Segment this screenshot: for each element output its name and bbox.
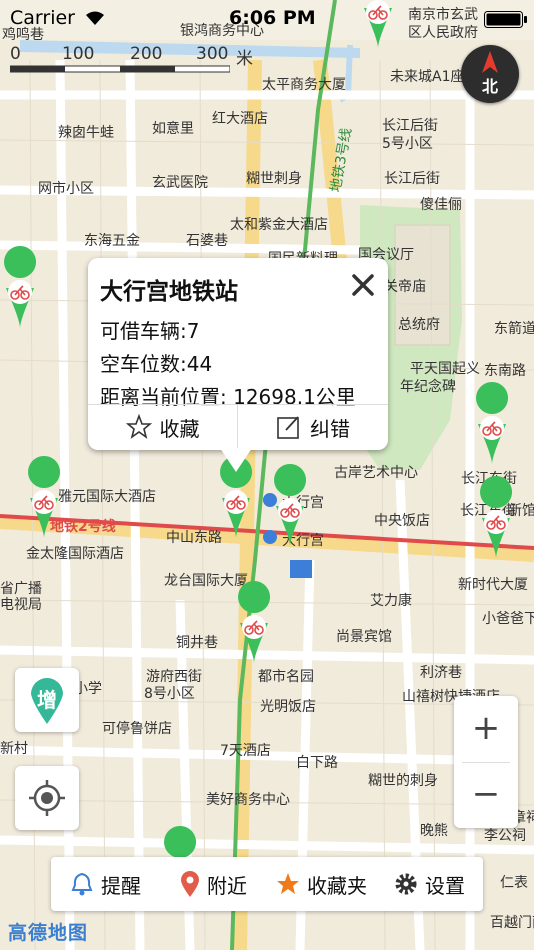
station-title: 大行宫地铁站	[100, 279, 238, 305]
favorite-button[interactable]: 收藏	[88, 404, 237, 450]
map-scale: 0 100 200 300 米	[10, 44, 270, 74]
location-pin-icon	[181, 871, 199, 897]
gear-icon	[395, 873, 417, 895]
bike-station-pin[interactable]	[273, 463, 307, 547]
bike-station-pin[interactable]	[479, 475, 513, 559]
popup-pointer	[220, 448, 252, 472]
favorites-label: 收藏夹	[307, 873, 367, 898]
report-label: 纠错	[310, 416, 350, 441]
scale-tick-0: 0	[10, 44, 21, 64]
report-error-button[interactable]: 纠错	[238, 404, 388, 450]
scale-tick-100: 100	[62, 44, 95, 64]
compass-button[interactable]: 北	[461, 45, 519, 103]
close-icon[interactable]	[346, 268, 380, 302]
add-station-label: 增	[37, 688, 57, 712]
scale-unit: 米	[236, 49, 253, 69]
bike-station-pin[interactable]	[27, 455, 61, 539]
available-bikes-text: 可借车辆:7	[100, 319, 200, 343]
clock-label: 6:06 PM	[229, 7, 316, 29]
nearby-label: 附近	[207, 873, 247, 898]
scale-bar-icon	[10, 65, 230, 73]
zoom-control: + −	[454, 696, 518, 828]
remind-tab[interactable]: 提醒	[51, 857, 159, 911]
bell-icon	[71, 872, 93, 896]
settings-tab[interactable]: 设置	[375, 857, 483, 911]
status-bar: Carrier 6:06 PM	[0, 0, 534, 38]
carrier-label: Carrier	[10, 7, 75, 29]
remind-label: 提醒	[101, 873, 141, 898]
star-filled-icon	[277, 873, 299, 894]
wifi-icon	[86, 11, 104, 25]
bottom-toolbar: 提醒 附近 收藏夹 设置	[51, 857, 483, 911]
battery-icon	[484, 11, 527, 28]
zoom-in-button[interactable]: +	[454, 696, 518, 762]
edit-icon	[277, 416, 299, 439]
bike-station-pin[interactable]	[475, 381, 509, 465]
amap-logo: 高德地图	[8, 922, 89, 944]
locate-icon	[29, 780, 65, 816]
locate-me-button[interactable]	[15, 766, 79, 830]
nearby-tab[interactable]: 附近	[159, 857, 267, 911]
settings-label: 设置	[425, 873, 465, 898]
empty-slots-text: 空车位数:44	[100, 352, 213, 376]
favorite-label: 收藏	[159, 416, 200, 441]
bike-station-pin[interactable]	[237, 580, 271, 664]
zoom-out-button[interactable]: −	[454, 762, 518, 828]
station-info-popup: 大行宫地铁站 可借车辆:7 空车位数:44 距离当前位置: 12698.1公里 …	[88, 258, 388, 472]
scale-tick-300: 300	[196, 44, 229, 64]
bike-station-pin[interactable]	[3, 245, 37, 329]
compass-label: 北	[481, 77, 498, 96]
star-icon	[125, 414, 152, 439]
add-station-button[interactable]: 增	[15, 668, 79, 732]
scale-tick-200: 200	[130, 44, 163, 64]
favorites-tab[interactable]: 收藏夹	[267, 857, 375, 911]
north-arrow-icon	[482, 51, 498, 73]
